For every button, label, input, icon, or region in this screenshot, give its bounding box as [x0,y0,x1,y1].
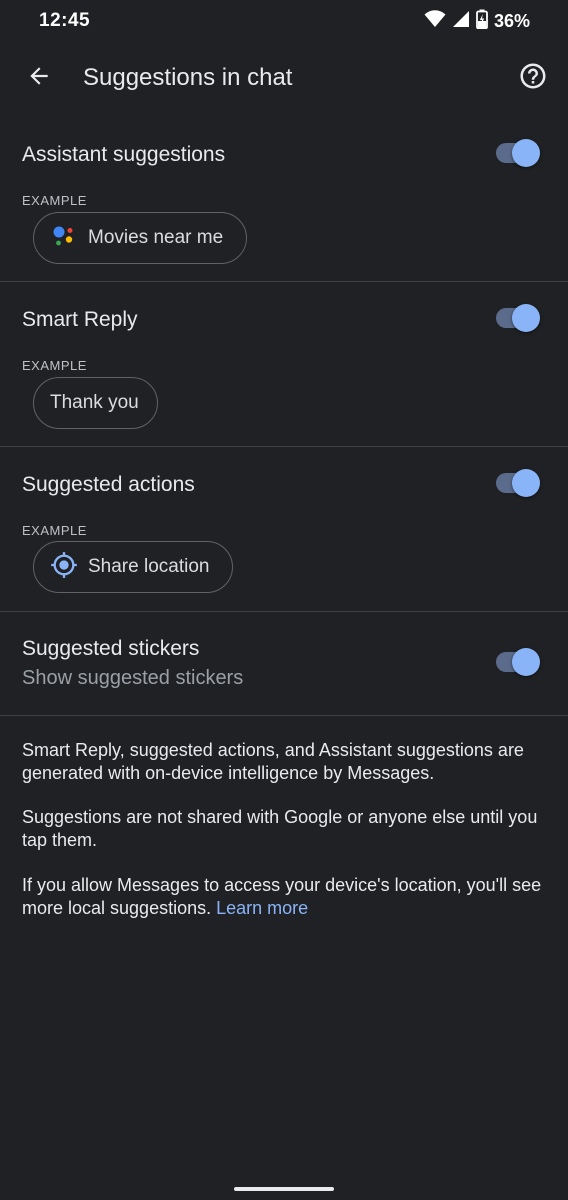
toggle-thumb [512,304,540,332]
google-assistant-icon [50,222,78,255]
example-label: EXAMPLE [22,193,87,208]
section-title: Suggested actions [22,473,195,496]
example-label: EXAMPLE [22,358,87,373]
app-bar: Suggestions in chat [0,40,568,116]
info-paragraph-2: Suggestions are not shared with Google o… [22,807,538,850]
chip-label: Share location [88,556,210,577]
learn-more-link[interactable]: Learn more [216,898,308,918]
example-chip-thank-you[interactable]: Thank you [33,377,158,429]
example-chip-movies[interactable]: Movies near me [33,212,247,264]
info-paragraph-3: If you allow Messages to access your dev… [22,874,552,920]
wifi-icon [424,10,446,33]
chip-label: Thank you [50,392,139,413]
section-title: Suggested stickers [22,637,200,660]
section-title: Smart Reply [22,308,138,331]
assistant-suggestions-toggle[interactable] [496,137,542,169]
section-suggested-stickers: Suggested stickers Show suggested sticke… [0,611,568,716]
status-time: 12:45 [39,10,91,31]
toggle-thumb [512,648,540,676]
info-paragraph-1: Smart Reply, suggested actions, and Assi… [22,740,524,783]
back-button[interactable] [18,57,60,99]
section-subtitle: Show suggested stickers [22,667,244,689]
help-circle-icon [518,61,548,96]
battery-percent: 36% [493,11,530,31]
location-target-icon [50,551,78,584]
arrow-back-icon [26,63,52,94]
suggested-actions-toggle[interactable] [496,467,542,499]
toggle-thumb [512,469,540,497]
page-title: Suggestions in chat [83,64,293,91]
section-suggested-actions: Suggested actions EXAMPLE Share location [0,446,568,612]
section-title: Assistant suggestions [22,143,226,166]
section-smart-reply: Smart Reply EXAMPLE Thank you [0,281,568,447]
status-icons: 36% [424,9,530,34]
help-button[interactable] [512,57,554,99]
chip-label: Movies near me [88,227,224,248]
example-chip-share-location[interactable]: Share location [33,541,233,593]
smart-reply-toggle[interactable] [496,302,542,334]
battery-charging-icon [476,9,488,34]
gesture-nav-handle[interactable] [234,1187,334,1191]
example-label: EXAMPLE [22,523,87,538]
signal-icon [452,10,470,33]
status-bar: 12:45 36% [0,0,568,40]
toggle-thumb [512,139,540,167]
suggested-stickers-toggle[interactable] [496,646,542,678]
section-assistant-suggestions: Assistant suggestions EXAMPLE Movies nea… [0,116,568,282]
